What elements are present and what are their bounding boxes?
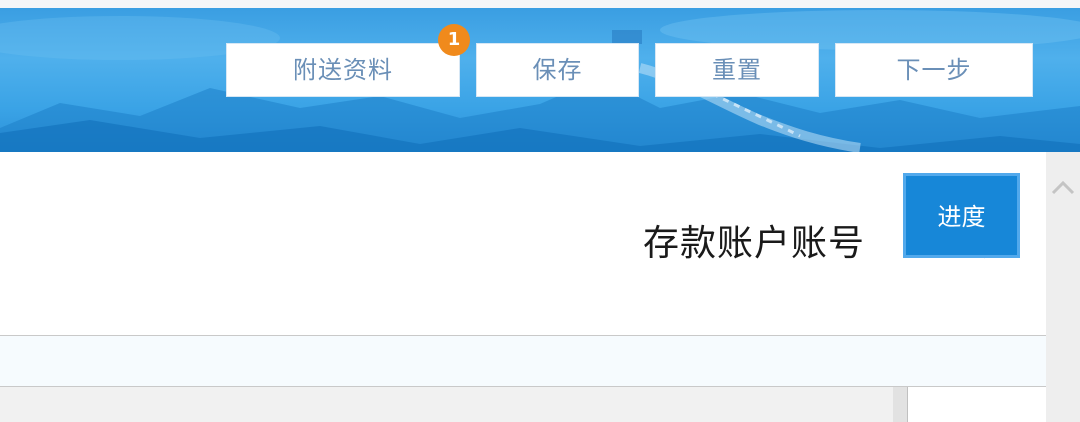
chevron-up-icon-shape: [1051, 180, 1075, 195]
attachment-count-badge: 1: [438, 24, 470, 56]
attach-documents-button[interactable]: 附送资料: [226, 43, 460, 97]
table-row: [0, 387, 1046, 422]
form-title-text: 存款账户账号: [643, 223, 866, 264]
reset-button[interactable]: 重置: [655, 43, 819, 97]
table-cell[interactable]: [908, 387, 1046, 422]
table-cell-divider: [893, 387, 908, 422]
top-strip: [0, 0, 1080, 8]
chevron-up-icon[interactable]: [1046, 174, 1080, 204]
save-button[interactable]: 保存: [476, 43, 639, 97]
form-content: 存款账户账号表: [0, 152, 1046, 422]
page: 附送资料 1 保存 重置 下一步 存款账户账号表 进度: [0, 0, 1080, 422]
form-subheader-row: [0, 336, 1046, 387]
progress-button[interactable]: 进度: [903, 173, 1020, 258]
next-step-button[interactable]: 下一步: [835, 43, 1033, 97]
form-title-row: 存款账户账号表: [0, 152, 1046, 336]
vertical-scrollbar[interactable]: [1046, 152, 1080, 422]
